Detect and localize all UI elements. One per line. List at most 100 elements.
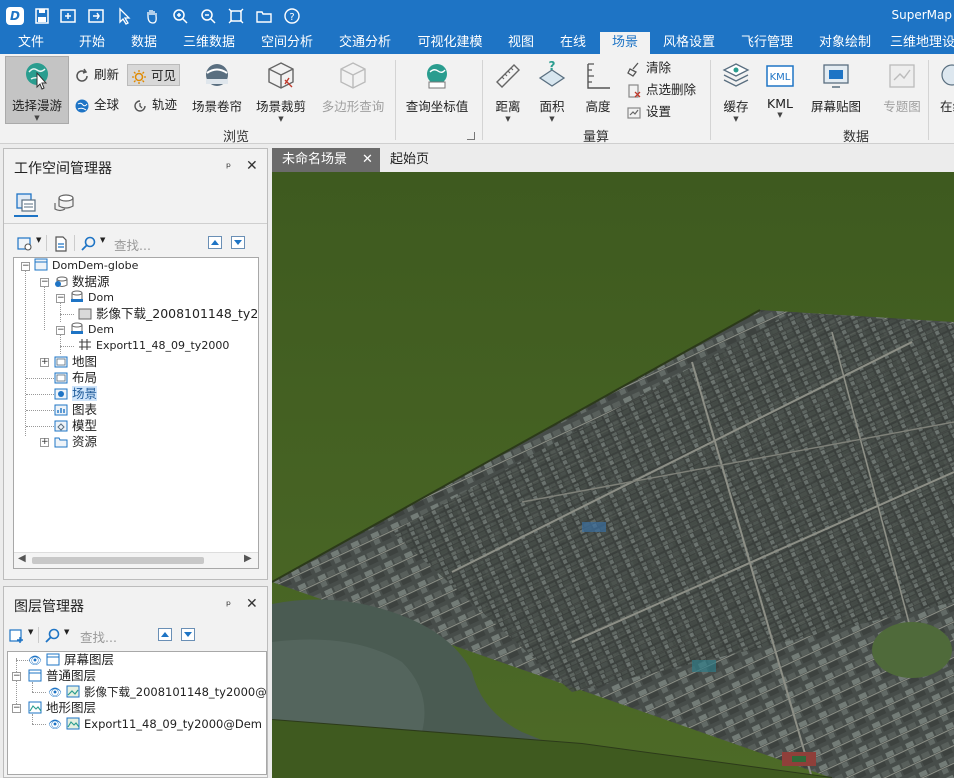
eye-icon[interactable]: 👁	[28, 653, 46, 669]
collapse-toggle[interactable]: −	[21, 262, 30, 271]
tree-node-dem-dataset[interactable]: Export11_48_09_ty2000	[78, 338, 229, 354]
search-icon[interactable]	[44, 627, 62, 645]
tab-visual-modeling[interactable]: 可视化建模	[410, 32, 490, 54]
layer-node-image[interactable]: 👁影像下载_2008101148_ty2000@Dom	[48, 684, 266, 701]
tree-node-resources[interactable]: 资源	[54, 434, 97, 450]
pin-icon[interactable]: ᵖ	[226, 160, 231, 174]
tree-node-models[interactable]: 模型	[54, 418, 97, 434]
tab-view[interactable]: 视图	[500, 32, 542, 54]
full-extent-icon[interactable]	[226, 6, 246, 26]
scroll-right-icon[interactable]: ▶	[244, 553, 252, 564]
tree-node-dom[interactable]: Dom	[70, 290, 114, 306]
new-document-icon[interactable]	[52, 235, 70, 253]
horizontal-scrollbar[interactable]: ◀ ▶	[14, 552, 258, 568]
browse-group-launcher-icon[interactable]	[467, 132, 475, 140]
open-folder-icon[interactable]	[254, 6, 274, 26]
tab-start-page[interactable]: 起始页	[380, 148, 439, 172]
tree-node-workspace[interactable]: DomDem-globe	[34, 258, 138, 274]
pan-icon[interactable]	[142, 6, 162, 26]
tree-node-dem[interactable]: Dem	[70, 322, 114, 338]
tab-object-drawing[interactable]: 对象绘制	[812, 32, 878, 54]
kml-button[interactable]: KML KML ▼	[752, 58, 808, 122]
tab-3d-data[interactable]: 三维数据	[176, 32, 242, 54]
layer-search-input[interactable]: 查找...	[80, 627, 117, 646]
help-icon[interactable]: ?	[282, 6, 302, 26]
scroll-left-icon[interactable]: ◀	[18, 553, 26, 564]
collapse-toggle[interactable]: −	[40, 278, 49, 287]
tree-node-maps[interactable]: 地图	[54, 354, 97, 370]
tab-start[interactable]: 开始	[70, 32, 114, 54]
workspace-search-input[interactable]: 查找...	[114, 235, 151, 254]
search-up-button[interactable]	[158, 628, 172, 641]
pointer-icon[interactable]	[114, 6, 134, 26]
export-icon[interactable]	[86, 6, 106, 26]
close-icon[interactable]: ✕	[246, 596, 258, 612]
chevron-down-icon[interactable]: ▼	[28, 628, 33, 636]
pin-icon[interactable]: ᵖ	[226, 598, 231, 612]
tree-node-datasources[interactable]: 数据源	[54, 274, 110, 290]
tab-traffic-analysis[interactable]: 交通分析	[332, 32, 398, 54]
tab-scene[interactable]: 场景	[600, 32, 650, 54]
track-button[interactable]: 轨迹	[132, 94, 177, 116]
measure-settings-button[interactable]: 设置	[626, 101, 671, 123]
layer-node-terrain[interactable]: 地形图层	[28, 700, 96, 716]
add-layer-icon[interactable]	[8, 627, 26, 645]
select-roam-button[interactable]: 选择漫游 ▼	[5, 56, 69, 124]
chevron-down-icon[interactable]: ▼	[36, 236, 41, 244]
tree-node-charts[interactable]: 图表	[54, 402, 97, 418]
close-icon[interactable]: ✕	[362, 148, 373, 172]
workspace-tab-icon[interactable]	[14, 191, 38, 215]
collapse-toggle[interactable]: −	[56, 294, 65, 303]
tree-node-scenes[interactable]: 场景	[54, 386, 98, 402]
clear-measure-button[interactable]: 清除	[626, 57, 671, 79]
tab-file[interactable]: 文件	[8, 32, 54, 54]
select-delete-button[interactable]: 点选删除	[626, 79, 696, 101]
scene-clip-button[interactable]: 场景裁剪 ▼	[250, 58, 312, 123]
collapse-toggle[interactable]: −	[12, 672, 21, 681]
query-coords-button[interactable]: 查询坐标值	[402, 58, 472, 122]
measure-height-button[interactable]: 高度	[570, 58, 626, 122]
tree-node-layouts[interactable]: 布局	[54, 370, 97, 386]
tab-flight-management[interactable]: 飞行管理	[734, 32, 800, 54]
eye-icon[interactable]: 👁	[48, 685, 66, 701]
search-down-button[interactable]	[231, 236, 245, 249]
refresh-button[interactable]: 刷新	[74, 64, 119, 86]
expand-toggle[interactable]: +	[40, 358, 49, 367]
layer-node-normal[interactable]: 普通图层	[28, 668, 96, 684]
search-up-button[interactable]	[208, 236, 222, 249]
close-icon[interactable]: ✕	[246, 158, 258, 174]
search-down-button[interactable]	[181, 628, 195, 641]
expand-toggle[interactable]: +	[40, 438, 49, 447]
database-tab-icon[interactable]	[52, 191, 76, 215]
tree-node-dom-dataset[interactable]: 影像下载_2008101148_ty2000	[78, 306, 258, 322]
visible-toggle[interactable]: 可见	[127, 64, 181, 86]
tab-data[interactable]: 数据	[122, 32, 166, 54]
polygon-query-button[interactable]: 多边形查询	[318, 58, 388, 122]
open-workspace-icon[interactable]	[16, 235, 34, 253]
scene-view[interactable]	[272, 172, 954, 778]
chevron-down-icon[interactable]: ▼	[64, 628, 69, 636]
new-window-icon[interactable]	[58, 6, 78, 26]
layer-node-screen[interactable]: 👁 屏幕图层	[28, 652, 114, 668]
save-icon[interactable]	[32, 6, 52, 26]
tab-untitled-scene[interactable]: 未命名场景 ✕	[272, 148, 380, 172]
scene-roller-button[interactable]: 场景卷帘	[186, 58, 248, 122]
collapse-toggle[interactable]: −	[12, 704, 21, 713]
zoom-in-icon[interactable]	[170, 6, 190, 26]
full-globe-button[interactable]: 全球	[74, 94, 119, 116]
zoom-out-icon[interactable]	[198, 6, 218, 26]
chevron-down-icon[interactable]: ▼	[100, 236, 105, 244]
thematic-map-button[interactable]: 专题图	[872, 58, 932, 122]
search-icon[interactable]	[80, 235, 98, 253]
scene-canvas[interactable]	[272, 172, 954, 778]
tab-online[interactable]: 在线	[552, 32, 594, 54]
tab-3d-geo-design[interactable]: 三维地理设	[890, 32, 954, 54]
tab-spatial-analysis[interactable]: 空间分析	[254, 32, 320, 54]
online-data-button[interactable]: 在线	[934, 58, 954, 122]
screen-map-button[interactable]: 屏幕贴图	[806, 58, 866, 122]
eye-icon[interactable]: 👁	[48, 717, 66, 733]
tab-style-settings[interactable]: 风格设置	[656, 32, 722, 54]
scroll-thumb[interactable]	[32, 557, 204, 564]
collapse-toggle[interactable]: −	[56, 326, 65, 335]
layer-node-dem[interactable]: 👁 Export11_48_09_ty2000@Dem	[48, 716, 262, 732]
